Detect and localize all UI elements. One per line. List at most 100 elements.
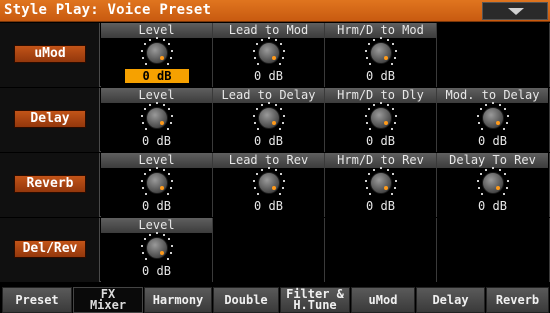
mixer-cell[interactable]: Delay To Rev 0 dB (437, 153, 550, 217)
knob-body (146, 42, 168, 64)
knob-indicator (272, 186, 276, 190)
knob-indicator (384, 56, 388, 60)
mixer-cell[interactable]: Level 0 dB (101, 23, 213, 87)
level-knob[interactable] (365, 37, 397, 65)
mixer-row-delay: Delay Level 0 dB Lead to Delay 0 dB Hrm/D to … (0, 88, 550, 152)
title-bar: Style Play: Voice Preset (0, 0, 550, 22)
knob-indicator (272, 56, 276, 60)
tab-reverb[interactable]: Reverb (486, 287, 549, 313)
page-title: Style Play: Voice Preset (4, 2, 212, 18)
mixer-cell[interactable]: Lead to Rev 0 dB (213, 153, 325, 217)
knob-body (370, 42, 392, 64)
mixer-cell[interactable]: Lead to Mod 0 dB (213, 23, 325, 87)
knob-body (482, 172, 504, 194)
value-readout: 0 dB (478, 134, 507, 148)
knob-body (258, 107, 280, 129)
knob-body (146, 107, 168, 129)
value-readout: 0 dB (142, 134, 171, 148)
mixer-row-delrev: Del/Rev Level 0 dB (0, 218, 550, 282)
cell-header: Level (101, 23, 212, 38)
cell-header: Lead to Mod (213, 23, 324, 38)
row-label-cell: Del/Rev (0, 218, 100, 282)
cell-header: Level (101, 88, 212, 103)
knob-body (146, 237, 168, 259)
tab-umod[interactable]: uMod (351, 287, 415, 313)
knob-body (370, 172, 392, 194)
cell-header: Lead to Rev (213, 153, 324, 168)
level-knob[interactable] (141, 102, 173, 130)
knob-indicator (384, 186, 388, 190)
knob-indicator (160, 186, 164, 190)
tab-double[interactable]: Double (213, 287, 279, 313)
cell-header: Hrm/D to Rev (325, 153, 436, 168)
level-knob[interactable] (477, 167, 509, 195)
mixer-cell[interactable]: Level 0 dB (101, 88, 213, 152)
empty-cell (437, 23, 550, 87)
tab-harmony[interactable]: Harmony (144, 287, 212, 313)
chevron-down-icon (508, 8, 524, 15)
level-knob[interactable] (365, 102, 397, 130)
cell-header: Delay To Rev (437, 153, 548, 168)
knob-body (482, 107, 504, 129)
mixer-cell[interactable]: Hrm/D to Rev 0 dB (325, 153, 437, 217)
level-knob[interactable] (141, 232, 173, 260)
mixer-row-umod: uMod Level 0 dB Lead to Mod 0 dB Hrm/D to Mod… (0, 23, 550, 87)
level-knob[interactable] (477, 102, 509, 130)
row-button[interactable]: Reverb (14, 175, 86, 193)
mixer-cell[interactable]: Mod. to Delay 0 dB (437, 88, 550, 152)
knob-indicator (160, 251, 164, 255)
empty-cell (325, 218, 437, 282)
mixer-row-reverb: Reverb Level 0 dB Lead to Rev 0 dB Hrm/D to R… (0, 153, 550, 217)
value-readout: 0 dB (366, 134, 395, 148)
value-readout: 0 dB (142, 199, 171, 213)
value-readout: 0 dB (366, 69, 395, 83)
mixer-cell[interactable]: Hrm/D to Mod 0 dB (325, 23, 437, 87)
row-button[interactable]: uMod (14, 45, 86, 63)
knob-body (146, 172, 168, 194)
knob-indicator (496, 186, 500, 190)
tab-filter-h-tune[interactable]: Filter & H.Tune (280, 287, 350, 313)
bottom-tab-bar: Preset FX Mixer Harmony Double Filter & H.Tu… (0, 285, 550, 313)
cell-header: Level (101, 153, 212, 168)
value-readout: 0 dB (254, 134, 283, 148)
knob-body (258, 42, 280, 64)
mixer-cell[interactable]: Lead to Delay 0 dB (213, 88, 325, 152)
row-button[interactable]: Delay (14, 110, 86, 128)
value-readout: 0 dB (366, 199, 395, 213)
knob-indicator (384, 121, 388, 125)
knob-indicator (160, 56, 164, 60)
cell-header: Hrm/D to Mod (325, 23, 436, 38)
level-knob[interactable] (141, 37, 173, 65)
knob-body (258, 172, 280, 194)
tab-preset[interactable]: Preset (2, 287, 72, 313)
value-readout: 0 dB (254, 199, 283, 213)
voice-preset-screen: Style Play: Voice Preset uMod Level 0 dB Le… (0, 0, 550, 313)
fx-mixer-grid: uMod Level 0 dB Lead to Mod 0 dB Hrm/D to Mod… (0, 23, 550, 283)
level-knob[interactable] (141, 167, 173, 195)
empty-cell (437, 218, 550, 282)
level-knob[interactable] (253, 167, 285, 195)
cell-header: Hrm/D to Dly (325, 88, 436, 103)
level-knob[interactable] (253, 102, 285, 130)
cell-header: Level (101, 218, 212, 233)
row-label-cell: Reverb (0, 153, 100, 217)
level-knob[interactable] (253, 37, 285, 65)
value-readout: 0 dB (142, 264, 171, 278)
mixer-cell[interactable]: Hrm/D to Dly 0 dB (325, 88, 437, 152)
level-knob[interactable] (365, 167, 397, 195)
row-label-cell: Delay (0, 88, 100, 152)
row-button[interactable]: Del/Rev (14, 240, 86, 258)
value-readout: 0 dB (254, 69, 283, 83)
knob-indicator (496, 121, 500, 125)
knob-indicator (272, 121, 276, 125)
page-menu-button[interactable] (482, 2, 548, 20)
cell-header: Mod. to Delay (437, 88, 548, 103)
tab-delay[interactable]: Delay (416, 287, 485, 313)
row-label-cell: uMod (0, 23, 100, 87)
selected-value: 0 dB (125, 69, 189, 83)
mixer-cell[interactable]: Level 0 dB (101, 218, 213, 282)
knob-indicator (160, 121, 164, 125)
mixer-cell[interactable]: Level 0 dB (101, 153, 213, 217)
tab-fx-mixer[interactable]: FX Mixer (73, 287, 143, 313)
knob-body (370, 107, 392, 129)
